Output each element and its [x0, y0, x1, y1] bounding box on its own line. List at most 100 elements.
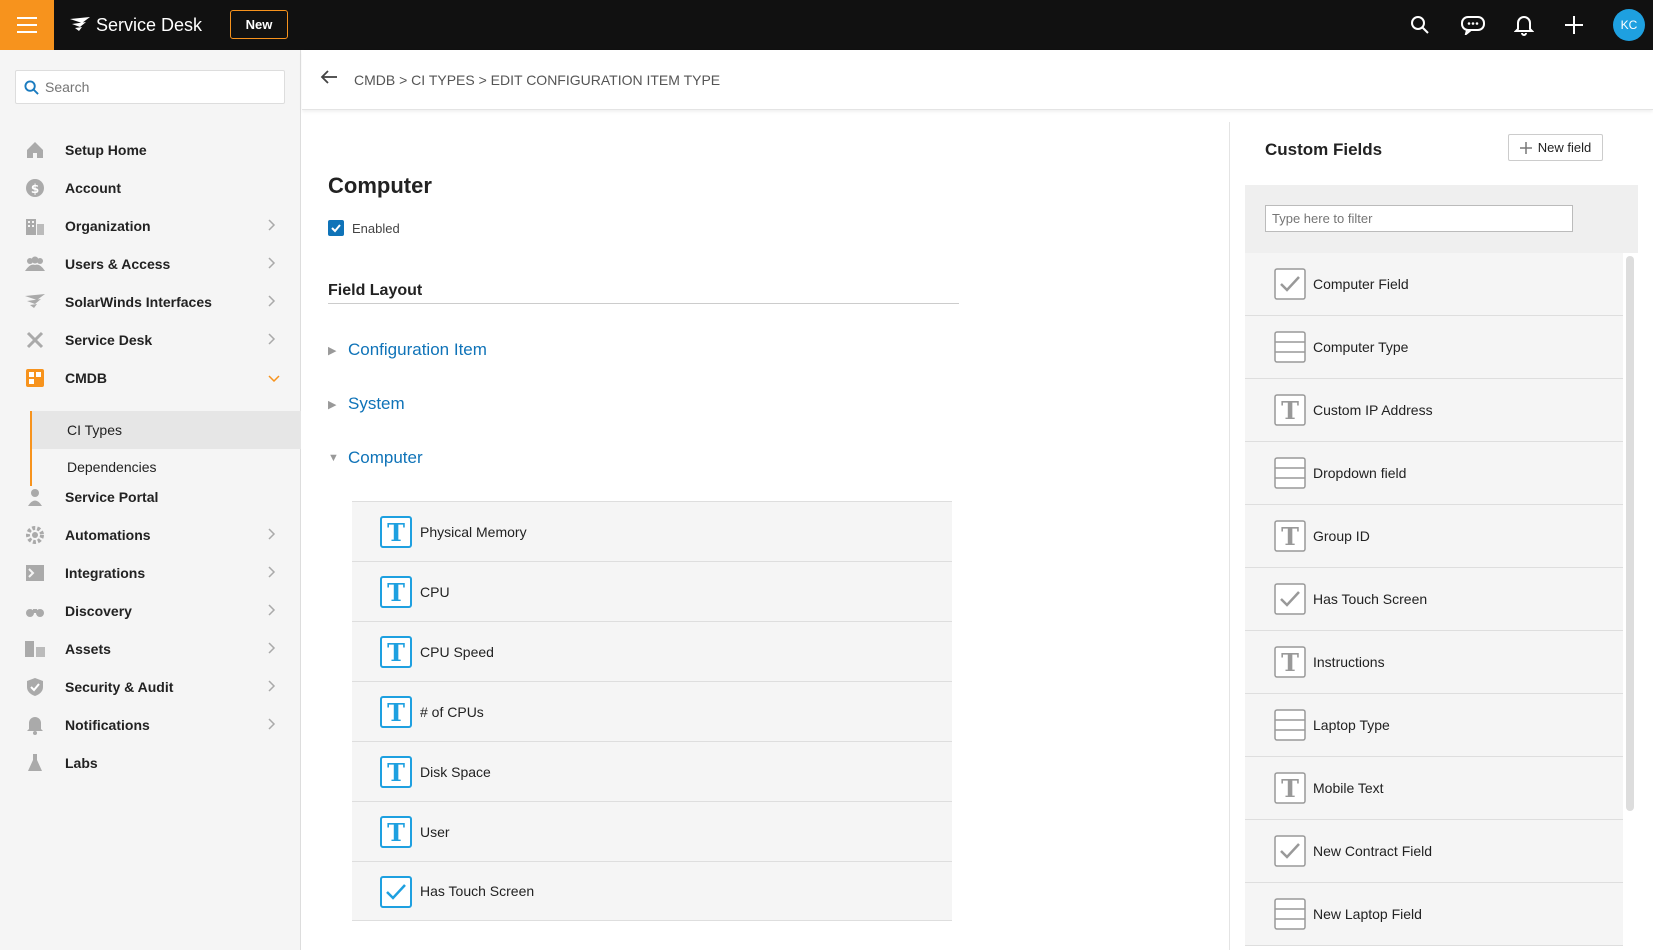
group-label: Computer	[348, 448, 423, 467]
shield-icon	[24, 676, 46, 698]
custom-field-list: Computer Field Computer Type T Custom IP Ad…	[1245, 253, 1623, 946]
custom-field-item[interactable]: T Custom IP Address	[1245, 379, 1623, 442]
enabled-checkbox[interactable]: Enabled	[328, 220, 400, 236]
custom-field-item[interactable]: T Instructions	[1245, 631, 1623, 694]
field-row[interactable]: T # of CPUs	[352, 681, 952, 741]
custom-field-item[interactable]: Has Touch Screen	[1245, 568, 1623, 631]
custom-field-item[interactable]: Laptop Type	[1245, 694, 1623, 757]
search-input[interactable]	[45, 79, 265, 95]
bell-icon	[24, 714, 46, 736]
field-row[interactable]: T Physical Memory	[352, 501, 952, 561]
sidebar-item-label: Automations	[65, 527, 151, 543]
group-computer[interactable]: ▼ Computer	[328, 448, 423, 468]
sidebar-item-labs[interactable]: Labs	[0, 743, 300, 783]
text-field-icon: T	[1274, 394, 1306, 426]
plus-icon	[1519, 141, 1532, 154]
custom-field-item[interactable]: New Contract Field	[1245, 820, 1623, 883]
sidebar-item-setup-home[interactable]: Setup Home	[0, 130, 300, 170]
field-row[interactable]: T CPU Speed	[352, 621, 952, 681]
field-label: User	[420, 823, 450, 840]
users-icon	[24, 253, 46, 275]
sidebar-item-service-desk[interactable]: Service Desk	[0, 320, 300, 360]
sidebar-item-assets[interactable]: Assets	[0, 629, 300, 669]
bell-icon[interactable]	[1510, 11, 1538, 39]
chevron-right-icon	[268, 527, 276, 543]
brand-name: Service Desk	[96, 14, 203, 35]
custom-field-item[interactable]: T Mobile Text	[1245, 757, 1623, 820]
custom-field-label: Dropdown field	[1313, 465, 1407, 481]
tools-icon	[24, 329, 46, 351]
custom-field-label: Computer Type	[1313, 339, 1409, 355]
menu-icon	[17, 17, 37, 33]
group-configuration-item[interactable]: ▶ Configuration Item	[328, 340, 487, 360]
custom-field-item[interactable]: Computer Field	[1245, 253, 1623, 316]
search-icon[interactable]	[1406, 11, 1434, 39]
svg-text:T: T	[1281, 522, 1299, 551]
checkbox-checked-icon	[328, 220, 344, 236]
sidebar-item-security-audit[interactable]: Security & Audit	[0, 667, 300, 707]
dollar-icon: $	[24, 177, 46, 199]
hamburger-menu-button[interactable]	[0, 0, 54, 50]
checkbox-field-icon	[1274, 583, 1306, 615]
sidebar-item-label: Service Desk	[65, 332, 153, 348]
text-field-icon: T	[380, 516, 412, 548]
custom-field-label: Has Touch Screen	[1313, 591, 1428, 607]
custom-field-item[interactable]: New Laptop Field	[1245, 883, 1623, 946]
sidebar-item-label: Integrations	[65, 565, 146, 581]
sidebar-search[interactable]	[15, 70, 285, 104]
custom-field-item[interactable]: Dropdown field	[1245, 442, 1623, 505]
checkbox-field-icon	[380, 876, 412, 908]
sidebar-item-solarwinds-interfaces[interactable]: SolarWinds Interfaces	[0, 282, 300, 322]
custom-fields-title: Custom Fields	[1265, 140, 1383, 159]
filter-input[interactable]	[1265, 205, 1573, 232]
field-row[interactable]: T CPU	[352, 561, 952, 621]
group-system[interactable]: ▶ System	[328, 394, 405, 414]
brand[interactable]: Service Desk	[70, 0, 202, 50]
sidebar-subitem-label: CI Types	[67, 422, 122, 438]
sidebar-item-label: Notifications	[65, 717, 150, 733]
scrollbar[interactable]	[1626, 256, 1634, 811]
breadcrumb[interactable]: CMDB > CI TYPES > EDIT CONFIGURATION ITE…	[354, 72, 720, 88]
chat-icon[interactable]	[1459, 11, 1487, 39]
field-row[interactable]: Has Touch Screen	[352, 861, 952, 921]
sidebar-item-label: Labs	[65, 755, 98, 771]
field-label: CPU Speed	[420, 643, 494, 660]
text-field-icon: T	[380, 816, 412, 848]
custom-field-item[interactable]: T Group ID	[1245, 505, 1623, 568]
chevron-right-icon	[268, 565, 276, 581]
custom-field-label: Computer Field	[1313, 276, 1409, 292]
dropdown-field-icon	[1274, 457, 1306, 489]
sidebar-item-organization[interactable]: Organization	[0, 206, 300, 246]
sidebar-item-users-access[interactable]: Users & Access	[0, 244, 300, 284]
sidebar-item-account[interactable]: $ Account	[0, 168, 300, 208]
sidebar-item-integrations[interactable]: Integrations	[0, 553, 300, 593]
back-arrow-icon[interactable]	[320, 69, 338, 88]
home-icon	[24, 139, 46, 161]
field-label: # of CPUs	[420, 703, 484, 720]
plus-icon[interactable]	[1560, 11, 1588, 39]
sidebar-item-cmdb[interactable]: CMDB	[0, 358, 300, 398]
solarwinds-logo-icon	[70, 17, 90, 31]
sidebar-item-label: Security & Audit	[65, 679, 174, 695]
field-layout-heading: Field Layout	[328, 282, 423, 299]
dropdown-field-icon	[1274, 331, 1306, 363]
sidebar-item-automations[interactable]: Automations	[0, 515, 300, 555]
avatar[interactable]: KC	[1613, 9, 1645, 41]
svg-text:T: T	[387, 578, 405, 607]
sidebar-subitem-dependencies[interactable]: Dependencies	[30, 448, 301, 486]
field-label: Physical Memory	[420, 523, 527, 540]
svg-text:T: T	[387, 638, 405, 667]
field-row[interactable]: T User	[352, 801, 952, 861]
sidebar-item-label: Service Portal	[65, 489, 159, 505]
new-button[interactable]: New	[230, 10, 288, 39]
sidebar-subitem-ci-types[interactable]: CI Types	[30, 411, 301, 449]
new-field-button[interactable]: New field	[1508, 134, 1603, 161]
sidebar-item-notifications[interactable]: Notifications	[0, 705, 300, 745]
custom-field-item[interactable]: Computer Type	[1245, 316, 1623, 379]
sidebar-item-label: Organization	[65, 218, 151, 234]
sidebar-item-discovery[interactable]: Discovery	[0, 591, 300, 631]
chevron-right-icon	[268, 679, 276, 695]
field-row[interactable]: T Disk Space	[352, 741, 952, 801]
text-field-icon: T	[1274, 772, 1306, 804]
chevron-right-icon	[268, 603, 276, 619]
